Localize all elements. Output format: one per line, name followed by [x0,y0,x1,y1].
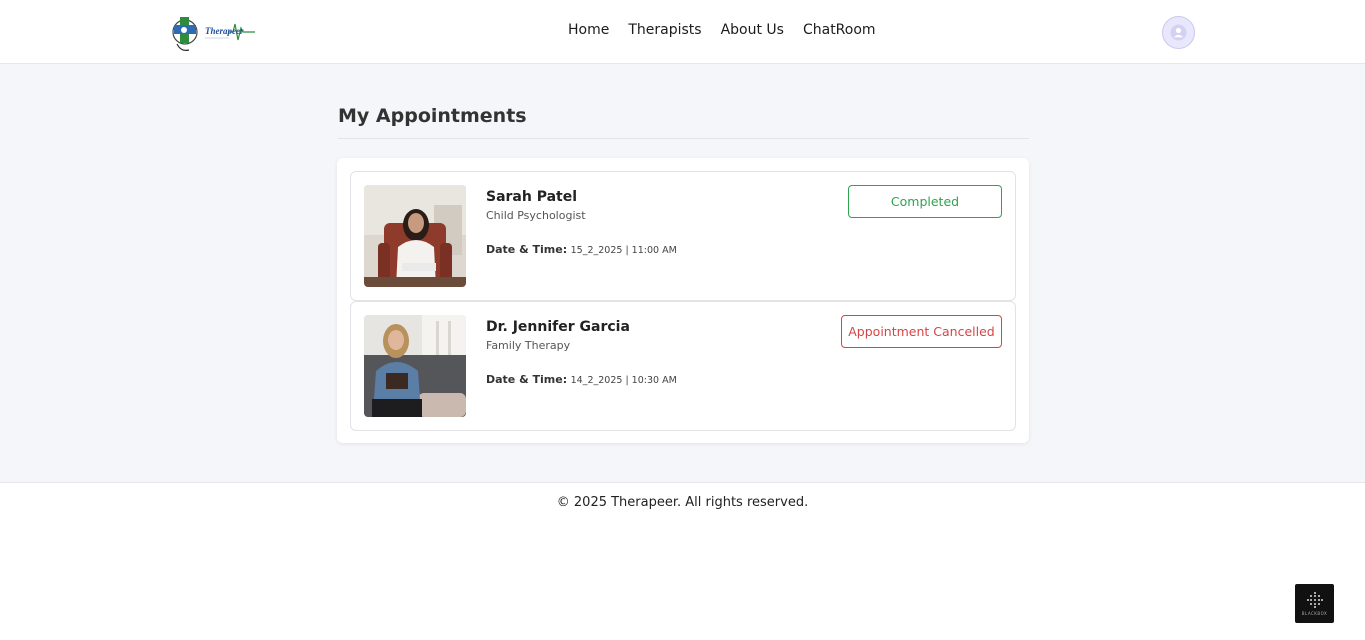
user-avatar-button[interactable] [1162,16,1195,49]
therapist-specialty: Child Psychologist [486,209,586,222]
appointment-card: Sarah Patel Child Psychologist Date & Ti… [350,171,1016,301]
logo-wordmark: Therapeer [205,26,244,36]
dot-grid-icon [1306,592,1323,608]
nav-chatroom[interactable]: ChatRoom [803,22,876,38]
page-title: My Appointments [338,105,527,127]
therapist-name: Dr. Jennifer Garcia [486,319,630,335]
appointments-section: My Appointments Sarah Patel Child Psycho… [0,64,1365,482]
status-badge-cancelled[interactable]: Appointment Cancelled [841,315,1002,348]
datetime-label: Date & Time: [486,373,568,386]
nav-about-us[interactable]: About Us [721,22,784,38]
therapist-name: Sarah Patel [486,189,578,205]
therapist-specialty: Family Therapy [486,339,571,352]
footer: © 2025 Therapeer. All rights reserved. B… [0,482,1365,640]
blackbox-label: BLACKBOX [1301,611,1328,616]
datetime-value: 15_2_2025 | 11:00 AM [570,245,677,256]
blackbox-widget-button[interactable]: BLACKBOX [1295,584,1334,623]
main-nav: Home Therapists About Us ChatRoom [568,22,876,38]
datetime-label: Date & Time: [486,243,568,256]
top-navbar: Therapeer Home Therapists About Us ChatR… [0,0,1365,64]
datetime-value: 14_2_2025 | 10:30 AM [570,375,677,386]
appointment-datetime: Date & Time: 14_2_2025 | 10:30 AM [486,373,677,386]
user-icon [1170,24,1187,41]
title-divider [338,138,1029,139]
appointment-card: Dr. Jennifer Garcia Family Therapy Date … [350,301,1016,431]
therapist-photo [364,315,466,417]
therapist-photo [364,185,466,287]
nav-home[interactable]: Home [568,22,609,38]
appointment-datetime: Date & Time: 15_2_2025 | 11:00 AM [486,243,677,256]
therapeer-logo[interactable]: Therapeer [171,10,259,56]
nav-therapists[interactable]: Therapists [628,22,701,38]
status-badge-completed[interactable]: Completed [848,185,1002,218]
copyright-text: © 2025 Therapeer. All rights reserved. [556,495,809,510]
appointments-panel: Sarah Patel Child Psychologist Date & Ti… [337,158,1029,443]
